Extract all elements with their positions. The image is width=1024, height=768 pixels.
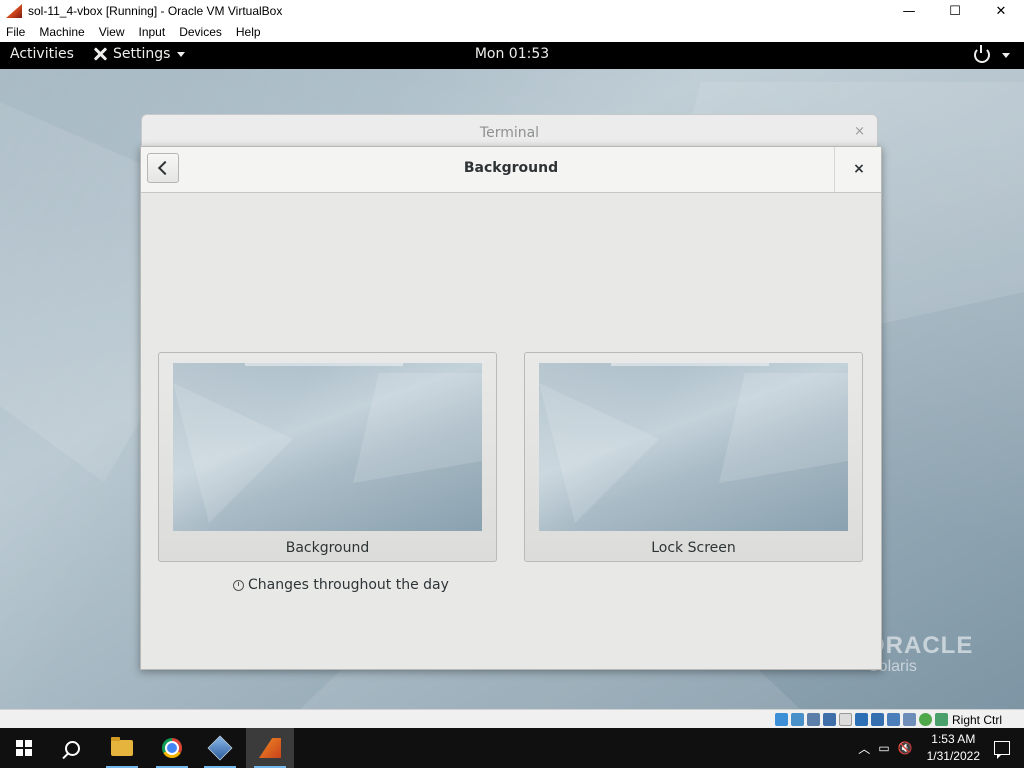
vbox-status-bar: Right Ctrl <box>0 709 1024 729</box>
thumbnail-facet <box>353 373 482 483</box>
optical-drive-icon[interactable] <box>790 713 804 726</box>
watermark-line2: Solaris <box>868 658 917 675</box>
menu-machine[interactable]: Machine <box>32 25 91 39</box>
system-menu[interactable] <box>974 45 1010 63</box>
power-icon <box>974 45 990 63</box>
network-tray-icon[interactable]: ▭ <box>878 741 889 755</box>
caret-down-icon <box>177 51 186 57</box>
taskbar-virtualbox-manager[interactable] <box>196 728 244 768</box>
watermark-line1: ORACLE <box>866 632 974 659</box>
terminal-title: Terminal <box>479 125 540 141</box>
thumbnail-facet <box>719 373 848 483</box>
taskbar-chrome[interactable] <box>148 728 196 768</box>
shared-folders-icon[interactable] <box>854 713 868 726</box>
menu-input[interactable]: Input <box>132 25 173 39</box>
app-menu-settings[interactable]: Settings <box>92 46 186 62</box>
virtualization-icon[interactable] <box>902 713 916 726</box>
close-window-button[interactable]: ✕ <box>978 0 1024 22</box>
action-center-icon[interactable] <box>994 741 1010 759</box>
virtualbox-icon <box>207 735 233 761</box>
device-status-icons <box>774 713 948 726</box>
menu-devices[interactable]: Devices <box>172 25 229 39</box>
start-button[interactable] <box>0 728 48 768</box>
background-thumbnail <box>173 363 482 531</box>
usb-icon[interactable] <box>838 713 852 726</box>
windows-logo-icon <box>16 740 32 756</box>
maximize-button[interactable]: ☐ <box>932 0 978 22</box>
show-hidden-icons-chevron-up-icon[interactable]: ︿ <box>858 740 870 757</box>
activities-button[interactable]: Activities <box>10 46 74 62</box>
menu-help[interactable]: Help <box>229 25 268 39</box>
windows-taskbar: ︿ ▭ 🔇 1:53 AM 1/31/2022 <box>0 728 1024 768</box>
app-menu-label: Settings <box>113 46 171 62</box>
caret-down-icon <box>1002 52 1010 58</box>
changes-note-text: Changes throughout the day <box>248 577 449 593</box>
search-button[interactable] <box>48 728 96 768</box>
dialog-header: Background × <box>141 147 881 193</box>
menu-file[interactable]: File <box>0 25 32 39</box>
lock-screen-tile-label: Lock Screen <box>651 540 736 556</box>
taskbar-time: 1:53 AM <box>931 732 976 746</box>
volume-muted-icon[interactable]: 🔇 <box>898 741 913 755</box>
folder-icon <box>111 737 133 756</box>
virtualbox-logo-icon <box>6 4 22 18</box>
guest-desktop: Activities Settings Mon 01:53 ORACLE Sol… <box>0 42 1024 709</box>
keyboard-capture-icon[interactable] <box>934 713 948 726</box>
mouse-integration-icon[interactable] <box>918 713 932 726</box>
chrome-icon <box>162 738 182 758</box>
host-menubar: File Machine View Input Devices Help <box>0 22 1024 42</box>
minimize-button[interactable]: — <box>886 0 932 22</box>
thumbnail-facet <box>173 383 293 523</box>
search-icon <box>64 740 80 756</box>
taskbar-clock[interactable]: 1:53 AM 1/31/2022 <box>927 731 980 765</box>
taskbar-running-vm[interactable] <box>246 728 294 768</box>
host-key-label[interactable]: Right Ctrl <box>952 713 1002 727</box>
gnome-top-bar: Activities Settings Mon 01:53 <box>0 42 1024 69</box>
host-window-title: sol-11_4-vbox [Running] - Oracle VM Virt… <box>28 4 283 18</box>
taskbar-date: 1/31/2022 <box>926 749 980 763</box>
dialog-title: Background <box>463 160 559 176</box>
lock-screen-thumbnail <box>539 363 848 531</box>
audio-icon[interactable] <box>806 713 820 726</box>
system-tray: ︿ ▭ 🔇 1:53 AM 1/31/2022 <box>854 728 1024 768</box>
taskbar-file-explorer[interactable] <box>98 728 146 768</box>
thumbnail-facet <box>539 383 659 523</box>
vm-window-icon <box>259 738 281 758</box>
thumbnail-topbar <box>245 363 403 366</box>
lock-screen-tile[interactable]: Lock Screen <box>524 352 863 562</box>
thumbnail-topbar <box>611 363 769 366</box>
hard-disk-icon[interactable] <box>774 713 788 726</box>
close-button[interactable]: × <box>849 159 869 179</box>
clock-icon <box>233 579 244 591</box>
changes-note: Changes throughout the day <box>233 577 449 593</box>
topbar-clock[interactable]: Mon 01:53 <box>475 46 549 62</box>
background-tile[interactable]: Background <box>158 352 497 562</box>
window-controls: — ☐ ✕ <box>886 0 1024 22</box>
terminal-close-button[interactable]: × <box>854 124 865 139</box>
tools-icon <box>92 46 108 62</box>
recording-icon[interactable] <box>886 713 900 726</box>
host-titlebar: sol-11_4-vbox [Running] - Oracle VM Virt… <box>0 0 1024 22</box>
settings-dialog: Background × Background Lock Screen Chan… <box>140 146 882 670</box>
menu-view[interactable]: View <box>92 25 132 39</box>
header-separator <box>834 147 835 192</box>
oracle-solaris-watermark: ORACLE Solaris <box>866 632 973 676</box>
background-tile-label: Background <box>285 540 370 556</box>
display-icon[interactable] <box>870 713 884 726</box>
network-icon[interactable] <box>822 713 836 726</box>
